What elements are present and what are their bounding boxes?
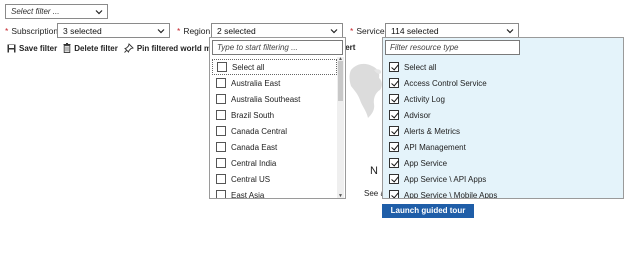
checkbox-icon[interactable] bbox=[216, 78, 226, 88]
service-option-label: API Management bbox=[404, 142, 466, 152]
service-option[interactable]: Access Control Service bbox=[383, 75, 623, 91]
region-option-label: Canada Central bbox=[231, 126, 288, 136]
service-option[interactable]: Alerts & Metrics bbox=[383, 123, 623, 139]
service-label: * Service bbox=[350, 26, 385, 36]
checkbox-icon[interactable] bbox=[216, 142, 226, 152]
checkbox-icon[interactable] bbox=[216, 110, 226, 120]
checkbox-icon[interactable] bbox=[217, 62, 227, 72]
checkbox-checked-icon[interactable] bbox=[389, 142, 399, 152]
service-option-label: App Service \ API Apps bbox=[404, 174, 487, 184]
subscription-label: * Subscription bbox=[5, 26, 59, 36]
save-icon bbox=[7, 44, 16, 52]
checkbox-checked-icon[interactable] bbox=[389, 110, 399, 120]
subscription-dropdown[interactable]: 3 selected bbox=[57, 23, 170, 38]
region-option-list: Select all Australia East Australia Southe… bbox=[210, 59, 345, 199]
select-filter-placeholder: Select filter ... bbox=[11, 7, 60, 16]
pin-icon bbox=[123, 43, 134, 53]
trash-icon bbox=[63, 43, 71, 53]
scrollbar-thumb[interactable] bbox=[338, 61, 343, 101]
checkbox-checked-icon[interactable] bbox=[389, 190, 399, 198]
scroll-down-icon[interactable]: ▼ bbox=[338, 194, 343, 199]
region-option[interactable]: Brazil South bbox=[210, 107, 345, 123]
service-option[interactable]: Select all bbox=[383, 59, 623, 75]
region-option[interactable]: East Asia bbox=[210, 187, 345, 199]
service-dropdown[interactable]: 114 selected bbox=[385, 23, 519, 38]
checkbox-checked-icon[interactable] bbox=[389, 158, 399, 168]
checkbox-checked-icon[interactable] bbox=[389, 94, 399, 104]
toolbar: Save filter Delete filter Pin filtered w… bbox=[7, 42, 231, 54]
service-option[interactable]: Advisor bbox=[383, 107, 623, 123]
service-option[interactable]: Activity Log bbox=[383, 91, 623, 107]
service-option-label: Access Control Service bbox=[404, 78, 487, 88]
service-value: 114 selected bbox=[391, 26, 439, 36]
service-option[interactable]: API Management bbox=[383, 139, 623, 155]
launch-guided-tour-button[interactable]: Launch guided tour bbox=[382, 204, 474, 218]
service-search-input[interactable]: Filter resource type bbox=[385, 40, 520, 55]
region-option[interactable]: Canada Central bbox=[210, 123, 345, 139]
subscription-value: 3 selected bbox=[63, 26, 102, 36]
region-option-label: Brazil South bbox=[231, 110, 275, 120]
region-label: * Region bbox=[177, 26, 211, 36]
service-option[interactable]: App Service \ Mobile Apps bbox=[383, 187, 623, 199]
region-option[interactable]: Central US bbox=[210, 171, 345, 187]
region-option-label: Central India bbox=[231, 158, 277, 168]
chevron-down-icon bbox=[330, 29, 338, 34]
service-option-label: Activity Log bbox=[404, 94, 445, 104]
checkbox-icon[interactable] bbox=[216, 94, 226, 104]
region-search-input[interactable]: Type to start filtering ... bbox=[212, 40, 343, 55]
region-option[interactable]: Select all bbox=[212, 59, 337, 75]
checkbox-icon[interactable] bbox=[216, 158, 226, 168]
service-option-label: Advisor bbox=[404, 110, 431, 120]
service-option-label: App Service bbox=[404, 158, 448, 168]
checkbox-checked-icon[interactable] bbox=[389, 174, 399, 184]
region-option[interactable]: Australia East bbox=[210, 75, 345, 91]
chevron-down-icon bbox=[157, 29, 165, 34]
region-option-label: East Asia bbox=[231, 190, 265, 199]
checkbox-checked-icon[interactable] bbox=[389, 62, 399, 72]
checkbox-checked-icon[interactable] bbox=[389, 126, 399, 136]
checkbox-icon[interactable] bbox=[216, 190, 226, 198]
checkbox-icon[interactable] bbox=[216, 126, 226, 136]
region-option-label: Australia East bbox=[231, 78, 281, 88]
region-option-label: Australia Southeast bbox=[231, 94, 301, 104]
region-value: 2 selected bbox=[217, 26, 256, 36]
region-option[interactable]: Central India bbox=[210, 155, 345, 171]
chevron-down-icon bbox=[506, 29, 514, 34]
select-filter-dropdown[interactable]: Select filter ... bbox=[5, 4, 108, 19]
world-map-fragment bbox=[349, 63, 382, 118]
chevron-down-icon bbox=[95, 10, 103, 15]
service-option-label: Select all bbox=[404, 62, 437, 72]
service-option[interactable]: App Service bbox=[383, 155, 623, 171]
region-scrollbar[interactable]: ▲ ▼ bbox=[337, 57, 344, 198]
checkbox-checked-icon[interactable] bbox=[389, 78, 399, 88]
background-heading-fragment: N bbox=[370, 165, 378, 177]
region-option[interactable]: Australia Southeast bbox=[210, 91, 345, 107]
region-option-label: Select all bbox=[232, 62, 265, 72]
service-option-list: Select all Access Control Service Activity… bbox=[383, 59, 623, 199]
region-dropdown[interactable]: 2 selected bbox=[211, 23, 343, 38]
region-option-label: Canada East bbox=[231, 142, 278, 152]
service-option-label: App Service \ Mobile Apps bbox=[404, 190, 498, 199]
service-option-label: Alerts & Metrics bbox=[404, 126, 461, 136]
service-option[interactable]: App Service \ API Apps bbox=[383, 171, 623, 187]
region-option-label: Central US bbox=[231, 174, 271, 184]
service-dropdown-panel: Filter resource type Select all Access Co… bbox=[382, 37, 624, 199]
delete-filter-button[interactable]: Delete filter bbox=[63, 43, 118, 53]
region-option[interactable]: Canada East bbox=[210, 139, 345, 155]
checkbox-icon[interactable] bbox=[216, 174, 226, 184]
save-filter-button[interactable]: Save filter bbox=[7, 44, 57, 53]
region-dropdown-panel: Type to start filtering ... Select all Au… bbox=[209, 37, 346, 199]
